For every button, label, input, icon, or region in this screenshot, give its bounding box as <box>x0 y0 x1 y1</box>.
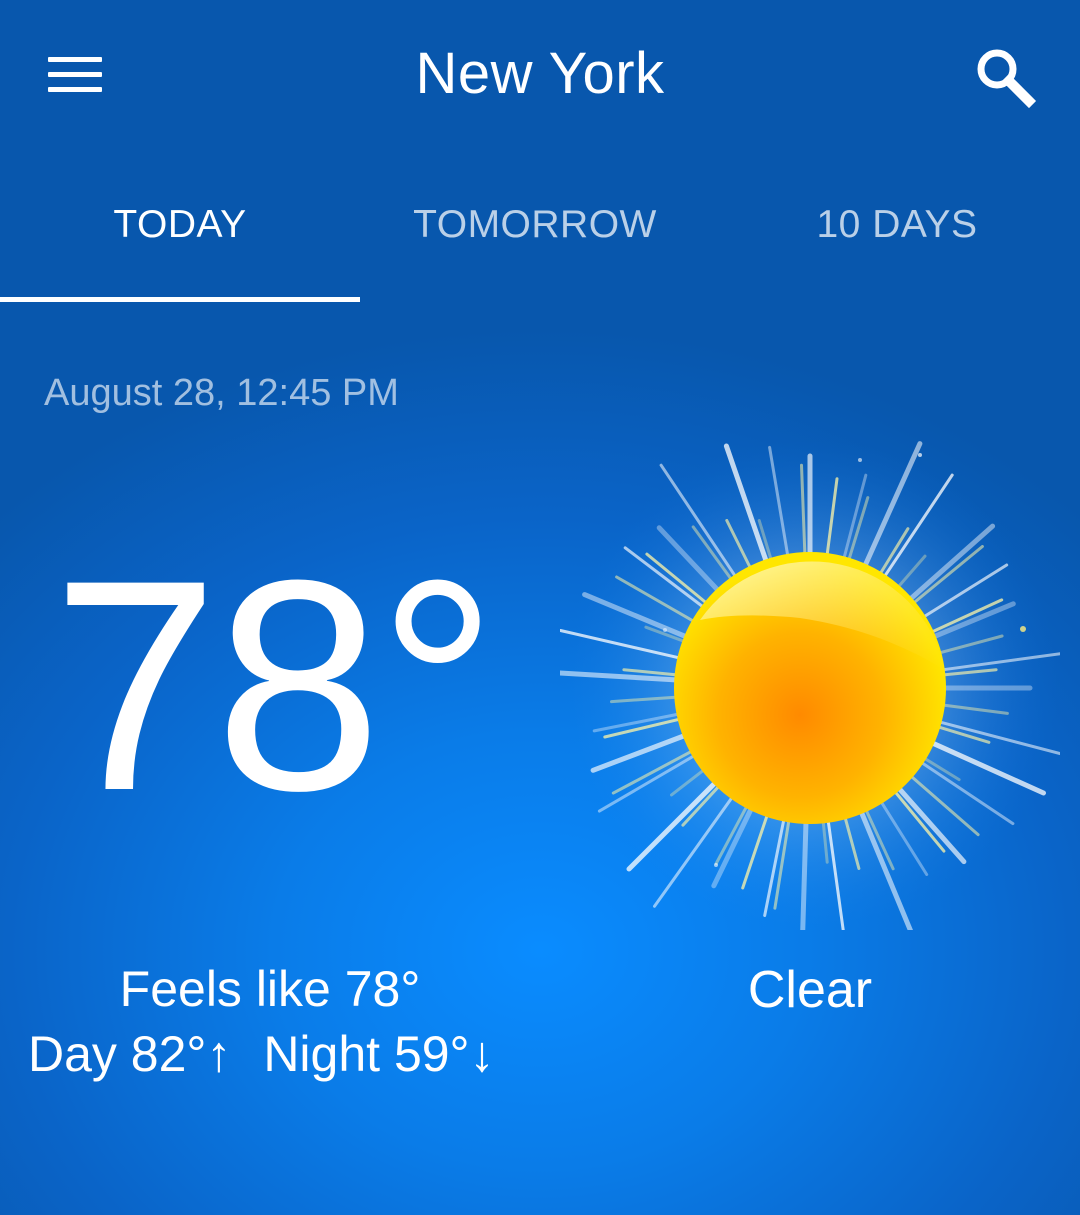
weather-screen: New York TODAY TOMORROW 10 DAYS August 2… <box>0 0 1080 1215</box>
night-low-temp: Night 59°↓ <box>263 1026 495 1082</box>
tab-10-days[interactable]: 10 DAYS <box>717 180 1077 302</box>
day-night-temps: Day 82°↑ Night 59°↓ <box>28 1025 528 1083</box>
menu-button[interactable] <box>36 44 114 106</box>
observation-datetime: August 28, 12:45 PM <box>44 372 399 414</box>
day-high-temp: Day 82°↑ <box>28 1026 232 1082</box>
sun-icon <box>540 430 1077 944</box>
tab-bar: TODAY TOMORROW 10 DAYS <box>0 180 1080 302</box>
condition-label: Clear <box>747 961 873 1019</box>
tab-indicator <box>0 297 360 302</box>
current-temperature: 78° <box>52 517 498 853</box>
search-icon <box>977 49 1037 109</box>
app-bar: New York <box>0 0 1080 150</box>
tab-today[interactable]: TODAY <box>0 180 360 302</box>
search-button[interactable] <box>968 40 1042 114</box>
tab-tomorrow[interactable]: TOMORROW <box>355 180 715 302</box>
city-title: New York <box>415 41 665 106</box>
feels-like-label: Feels like 78° <box>119 961 421 1017</box>
